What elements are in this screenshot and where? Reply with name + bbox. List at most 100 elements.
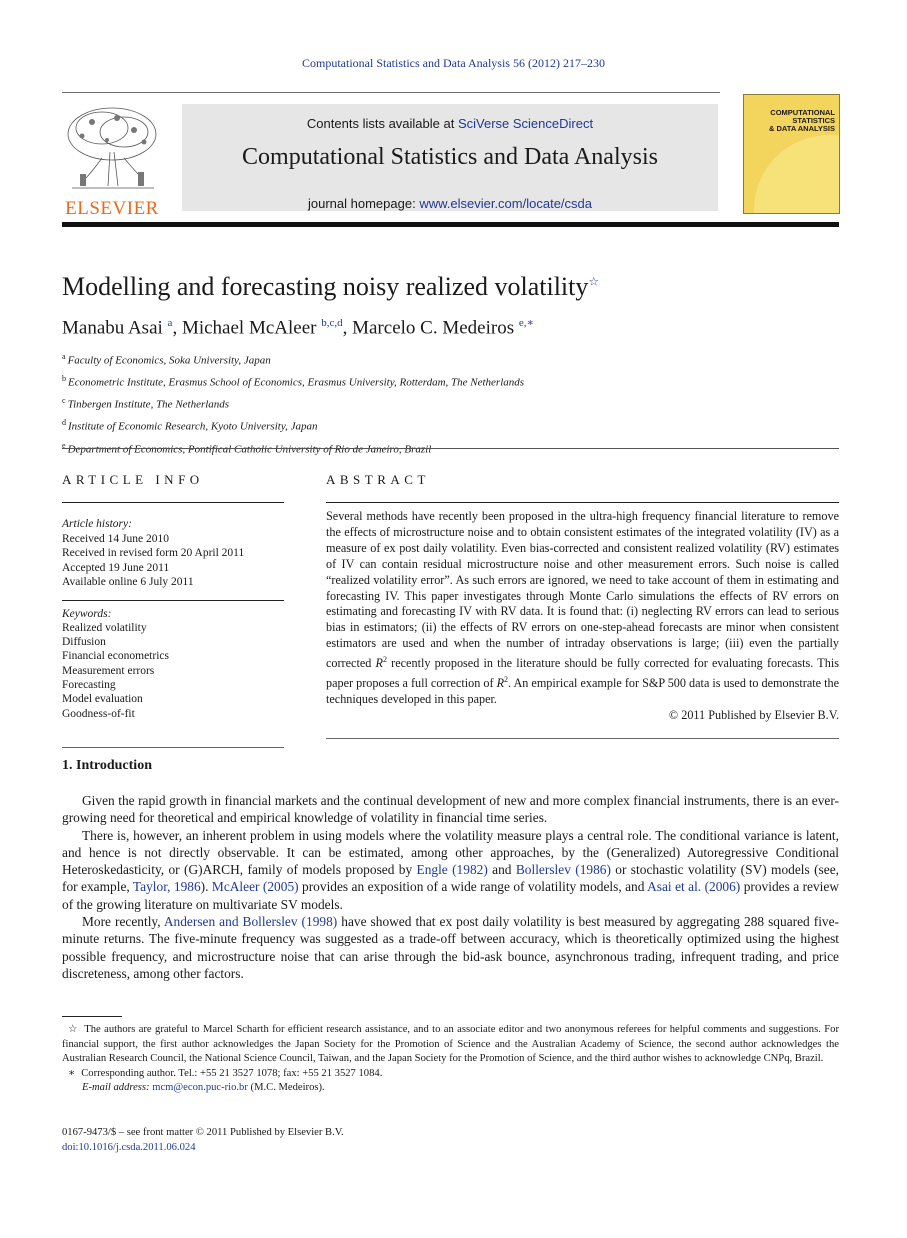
- abstract-heading: ABSTRACT: [326, 472, 430, 487]
- paper-title: Modelling and forecasting noisy realized…: [62, 272, 599, 302]
- paragraph: Given the rapid growth in financial mark…: [62, 793, 839, 826]
- affiliation-item: a Faculty of Economics, Soka University, …: [62, 348, 524, 370]
- journal-homepage-link[interactable]: www.elsevier.com/locate/csda: [419, 196, 592, 211]
- affiliation-text: Tinbergen Institute, The Netherlands: [67, 398, 230, 411]
- affiliation-item: c Tinbergen Institute, The Netherlands: [62, 392, 524, 414]
- text-segment: ).: [200, 879, 212, 895]
- author-name: Marcelo C. Medeiros: [352, 317, 515, 339]
- footnote-acknowledgement: ☆ The authors are grateful to Marcel Scha…: [62, 1023, 839, 1067]
- citation-link[interactable]: Asai et al. (2006): [647, 879, 740, 894]
- section-separator: [62, 448, 839, 449]
- author-affiliation-mark[interactable]: b,c,d: [321, 317, 342, 329]
- elsevier-tree-icon: [62, 102, 162, 192]
- affiliation-text: Institute of Economic Research, Kyoto Un…: [68, 421, 318, 434]
- keywords: Keywords: Realized volatility Diffusion …: [62, 607, 284, 721]
- email-label: E-mail address:: [82, 1082, 153, 1093]
- author-affiliation-mark[interactable]: e,∗: [519, 317, 534, 329]
- footnote-text: Corresponding author. Tel.: +55 21 3527 …: [81, 1067, 383, 1079]
- footnote-rule: [62, 1016, 122, 1017]
- affiliation-item: b Econometric Institute, Erasmus School o…: [62, 370, 524, 392]
- article-info-rule: [62, 502, 284, 503]
- article-info-heading: ARTICLE INFO: [62, 472, 204, 487]
- keyword-item: Goodness-of-fit: [62, 707, 135, 720]
- journal-title-box: Contents lists available at SciVerse Sci…: [182, 104, 718, 211]
- front-matter: 0167-9473/$ – see front matter © 2011 Pu…: [62, 1125, 344, 1155]
- footnotes: ☆ The authors are grateful to Marcel Scha…: [62, 1023, 839, 1096]
- affiliation-text: Econometric Institute, Erasmus School of…: [68, 376, 525, 389]
- history-item: Accepted 19 June 2011: [62, 561, 170, 574]
- email-suffix: (M.C. Medeiros).: [247, 1082, 325, 1093]
- citation-link[interactable]: Engle (1982): [417, 862, 488, 877]
- section-heading-introduction: 1. Introduction: [62, 758, 152, 773]
- doi-link[interactable]: doi:10.1016/j.csda.2011.06.024: [62, 1140, 344, 1155]
- homepage-prefix: journal homepage:: [308, 196, 420, 211]
- journal-masthead: ELSEVIER Contents lists available at Sci…: [62, 92, 840, 230]
- paragraph: More recently, Andersen and Bollerslev (…: [62, 913, 839, 982]
- keyword-item: Diffusion: [62, 636, 106, 649]
- elsevier-logo[interactable]: ELSEVIER: [62, 102, 162, 219]
- title-footnote-star-icon[interactable]: ☆: [588, 274, 599, 288]
- sciencedirect-link[interactable]: SciVerse ScienceDirect: [458, 116, 593, 131]
- affiliation-text: Department of Economics, Pontifical Cath…: [67, 443, 432, 456]
- footnote-corresponding: ∗ Corresponding author. Tel.: +55 21 3527…: [62, 1067, 839, 1082]
- history-item: Received 14 June 2010: [62, 532, 169, 545]
- affiliation-text: Faculty of Economics, Soka University, J…: [67, 354, 271, 367]
- keyword-item: Realized volatility: [62, 621, 147, 634]
- paper-title-text: Modelling and forecasting noisy realized…: [62, 272, 589, 301]
- keyword-item: Model evaluation: [62, 693, 143, 706]
- paragraph: There is, however, an inherent problem i…: [62, 827, 839, 913]
- history-label: Article history:: [62, 518, 132, 530]
- cover-title-line: & DATA ANALYSIS: [769, 124, 835, 133]
- running-head[interactable]: Computational Statistics and Data Analys…: [0, 56, 907, 71]
- citation-link[interactable]: Andersen and Bollerslev (1998): [164, 914, 337, 929]
- introduction-body: Given the rapid growth in financial mark…: [62, 792, 839, 982]
- author-affiliation-mark[interactable]: a: [168, 317, 173, 329]
- keyword-item: Measurement errors: [62, 664, 155, 677]
- journal-name: Computational Statistics and Data Analys…: [242, 144, 658, 170]
- article-info-rule: [62, 746, 284, 748]
- abstract-rule: [326, 737, 839, 739]
- elsevier-wordmark: ELSEVIER: [65, 198, 159, 219]
- history-item: Received in revised form 20 April 2011: [62, 547, 245, 559]
- affiliation-key: d: [62, 418, 66, 428]
- footnote-email: E-mail address: mcm@econ.puc-rio.br (M.C…: [62, 1081, 839, 1096]
- article-info-panel: ARTICLE INFO Article history: Received 1…: [62, 472, 284, 748]
- r-squared-symbol: R: [375, 656, 383, 671]
- affiliation-item: d Institute of Economic Research, Kyoto U…: [62, 414, 524, 436]
- cover-decoration: [754, 135, 839, 213]
- text-segment: and: [487, 862, 516, 878]
- issn-line: 0167-9473/$ – see front matter © 2011 Pu…: [62, 1127, 344, 1138]
- journal-cover-thumbnail[interactable]: COMPUTATIONAL STATISTICS & DATA ANALYSIS: [743, 94, 840, 214]
- abstract-rule: [326, 502, 839, 503]
- citation-link[interactable]: Taylor, 1986: [133, 879, 201, 894]
- footnote-star-icon: ☆: [68, 1024, 79, 1035]
- text-segment: provides an exposition of a wide range o…: [298, 879, 648, 895]
- author-list: Manabu Asai a, Michael McAleer b,c,d, Ma…: [62, 317, 534, 339]
- contents-line: Contents lists available at SciVerse Sci…: [182, 116, 718, 132]
- history-item: Available online 6 July 2011: [62, 576, 194, 588]
- author-name: Michael McAleer: [181, 317, 317, 339]
- asterisk-icon: ∗: [68, 1067, 76, 1079]
- author-name: Manabu Asai: [62, 317, 163, 339]
- article-info-rule: [62, 599, 284, 601]
- abstract-segment: Several methods have recently been propo…: [326, 509, 839, 671]
- cover-title: COMPUTATIONAL STATISTICS & DATA ANALYSIS: [769, 109, 835, 133]
- email-link[interactable]: mcm@econ.puc-rio.br: [152, 1082, 248, 1093]
- affiliation-key: c: [62, 396, 66, 406]
- article-history: Article history: Received 14 June 2010 R…: [62, 517, 284, 590]
- masthead-thick-rule: [62, 222, 839, 227]
- footnote-text: The authors are grateful to Marcel Schar…: [62, 1024, 839, 1064]
- affiliation-key: b: [62, 374, 66, 384]
- citation-link[interactable]: Bollerslev (1986): [516, 862, 611, 877]
- affiliation-key: a: [62, 352, 66, 361]
- affiliation-list: a Faculty of Economics, Soka University, …: [62, 348, 524, 459]
- text-segment: More recently,: [82, 914, 164, 930]
- top-rule: [62, 92, 720, 93]
- abstract-text: Several methods have recently been propo…: [326, 509, 839, 708]
- abstract-copyright: © 2011 Published by Elsevier B.V.: [668, 708, 839, 722]
- keywords-label: Keywords:: [62, 607, 112, 620]
- homepage-line: journal homepage: www.elsevier.com/locat…: [182, 196, 718, 211]
- citation-link[interactable]: McAleer (2005): [212, 879, 299, 894]
- keyword-item: Financial econometrics: [62, 650, 169, 663]
- keyword-item: Forecasting: [62, 678, 116, 691]
